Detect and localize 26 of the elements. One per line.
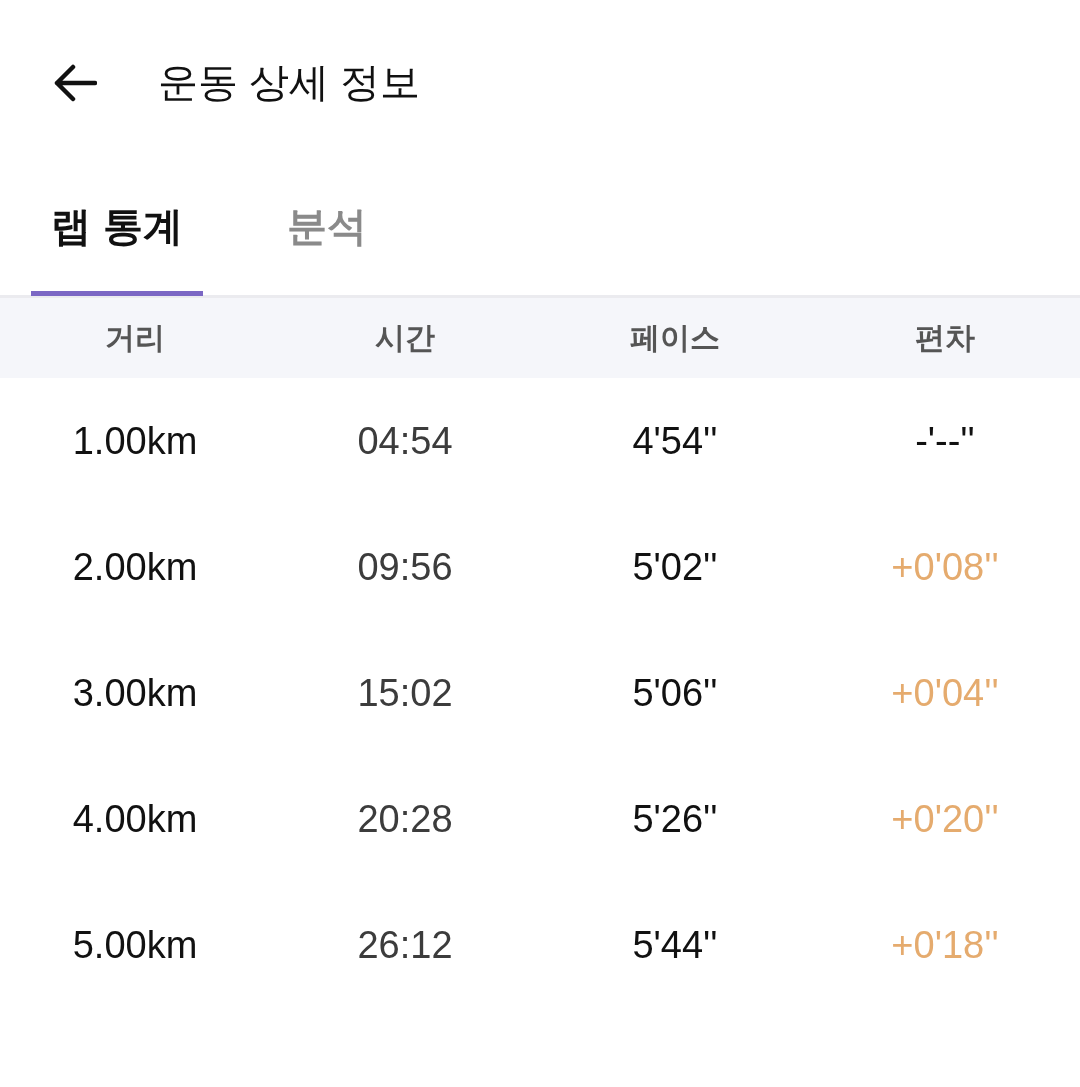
deviation-cell: -'--'': [915, 419, 975, 463]
deviation-cell: +0'08'': [891, 545, 999, 589]
deviation-cell: +0'18'': [891, 923, 999, 967]
distance-cell: 1.00km: [72, 419, 198, 463]
distance-cell: 2.00km: [72, 545, 198, 589]
deviation-cell: +0'04'': [891, 671, 999, 715]
time-cell: 04:54: [357, 419, 453, 463]
deviation-cell: +0'20'': [891, 797, 999, 841]
time-cell: 26:12: [357, 923, 453, 967]
column-header: 페이스: [630, 319, 720, 356]
pace-cell: 5'44'': [632, 923, 718, 967]
back-arrow-icon[interactable]: [53, 63, 97, 102]
column-header: 시간: [375, 319, 435, 356]
time-cell: 09:56: [357, 545, 453, 589]
distance-cell: 5.00km: [72, 923, 198, 967]
time-cell: 20:28: [357, 797, 453, 841]
time-cell: 15:02: [357, 671, 453, 715]
distance-cell: 3.00km: [72, 671, 198, 715]
distance-cell: 4.00km: [72, 797, 198, 841]
pace-cell: 4'54'': [632, 419, 718, 463]
column-header: 거리: [105, 319, 165, 356]
pace-cell: 5'26'': [632, 797, 718, 841]
pace-cell: 5'02'': [632, 545, 718, 589]
pace-cell: 5'06'': [632, 671, 718, 715]
page-title: 운동 상세 정보: [158, 59, 421, 106]
column-header: 편차: [915, 319, 975, 356]
